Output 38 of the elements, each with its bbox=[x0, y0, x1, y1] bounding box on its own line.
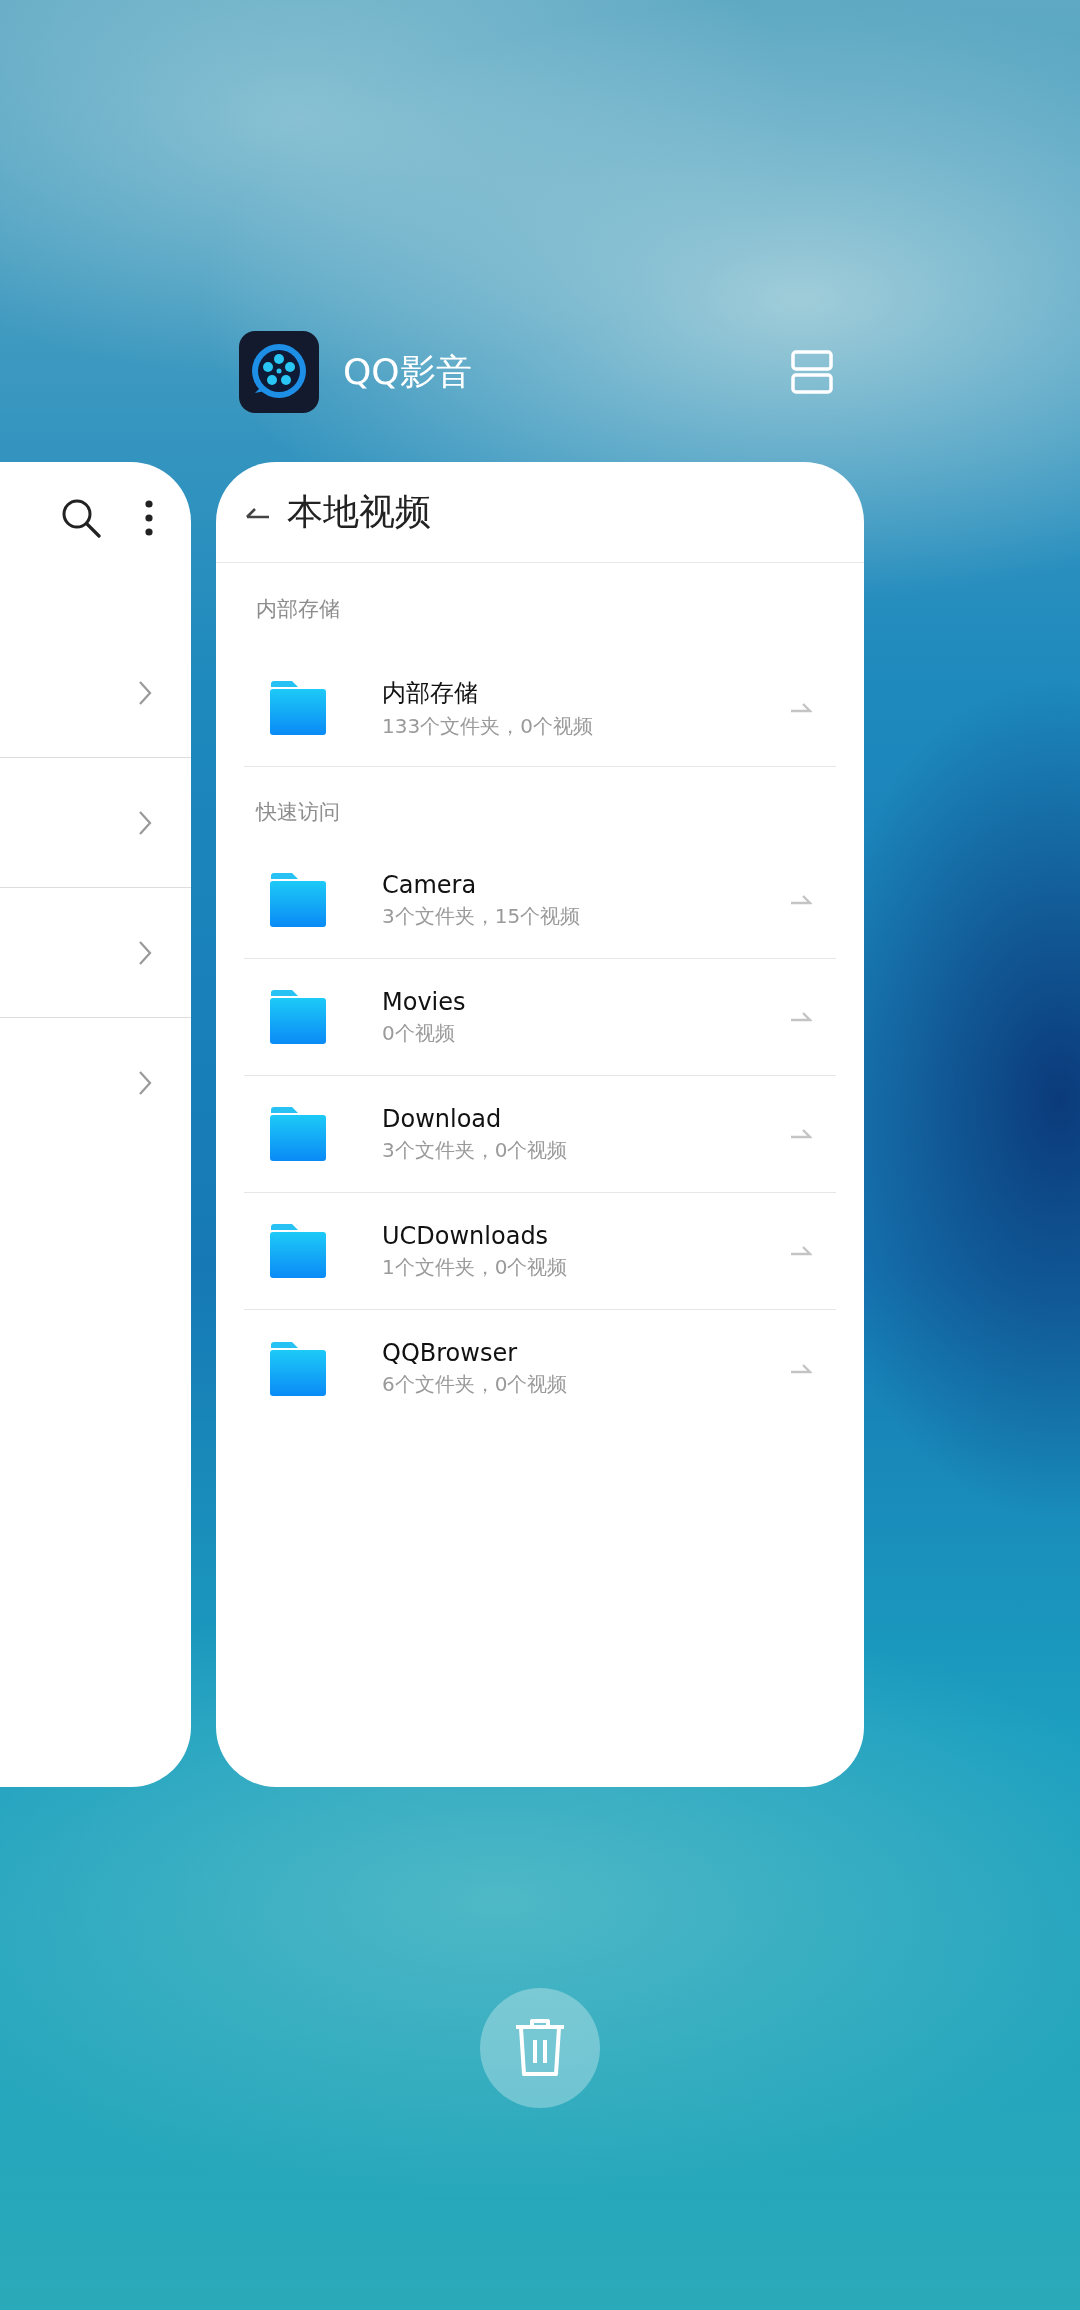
folder-details: 3个文件夹，0个视频 bbox=[382, 1136, 569, 1164]
folder-icon bbox=[270, 1341, 326, 1396]
app-icon[interactable] bbox=[239, 331, 319, 413]
folder-icon bbox=[270, 990, 326, 1044]
folder-row[interactable]: 内部存储 133个文件夹，0个视频 bbox=[244, 650, 836, 767]
folder-details: 1个文件夹，0个视频 bbox=[382, 1253, 569, 1281]
trash-icon bbox=[513, 2018, 567, 2078]
split-screen-icon[interactable] bbox=[791, 350, 833, 394]
chevron-icon[interactable] bbox=[138, 1069, 152, 1096]
chevron-icon[interactable] bbox=[138, 680, 152, 706]
chevron-icon[interactable] bbox=[138, 939, 152, 966]
folder-icon bbox=[270, 1107, 326, 1161]
section-label: 快速访问 bbox=[254, 799, 341, 826]
folder-details: 0个视频 bbox=[382, 1019, 456, 1047]
folder-details: 3个文件夹，15个视频 bbox=[382, 902, 582, 930]
more-icon[interactable] bbox=[145, 500, 153, 536]
app-title: QQ影音 bbox=[343, 349, 473, 394]
folder-icon bbox=[270, 873, 326, 927]
folder-name: 内部存储 bbox=[382, 677, 479, 709]
folder-name: Download bbox=[382, 1104, 503, 1133]
folder-details: 133个文件夹，0个视频 bbox=[382, 712, 594, 740]
app-card[interactable]: 本地视频 内部存储 内部存储 133个文件夹，0个视频 快速访问 Camera 3个文件夹，15个视频 Movies 0个视频 Download 3个文件夹，0个视频 UCDownloads 1个文件夹，0个视频 QQBrowser 6个文件夹，0个视频 bbox=[216, 462, 864, 1787]
folder-row[interactable]: Download 3个文件夹，0个视频 bbox=[244, 1076, 836, 1193]
folder-details: 6个文件夹，0个视频 bbox=[382, 1371, 569, 1398]
folder-icon bbox=[270, 1224, 326, 1278]
section-label: 内部存储 bbox=[255, 596, 341, 623]
search-icon[interactable] bbox=[61, 498, 101, 538]
page-title: 本地视频 bbox=[287, 489, 431, 534]
chevron-icon[interactable] bbox=[138, 809, 152, 836]
folder-row[interactable]: UCDownloads 1个文件夹，0个视频 bbox=[244, 1193, 836, 1310]
folder-row[interactable]: Movies 0个视频 bbox=[244, 959, 836, 1076]
folder-icon bbox=[270, 681, 326, 735]
folder-name: Movies bbox=[382, 987, 467, 1016]
folder-name: QQBrowser bbox=[382, 1339, 519, 1367]
folder-row[interactable]: QQBrowser 6个文件夹，0个视频 bbox=[244, 1310, 836, 1427]
folder-name: Camera bbox=[382, 870, 478, 899]
folder-name: UCDownloads bbox=[382, 1221, 550, 1250]
folder-row[interactable]: Camera 3个文件夹，15个视频 bbox=[244, 842, 836, 959]
